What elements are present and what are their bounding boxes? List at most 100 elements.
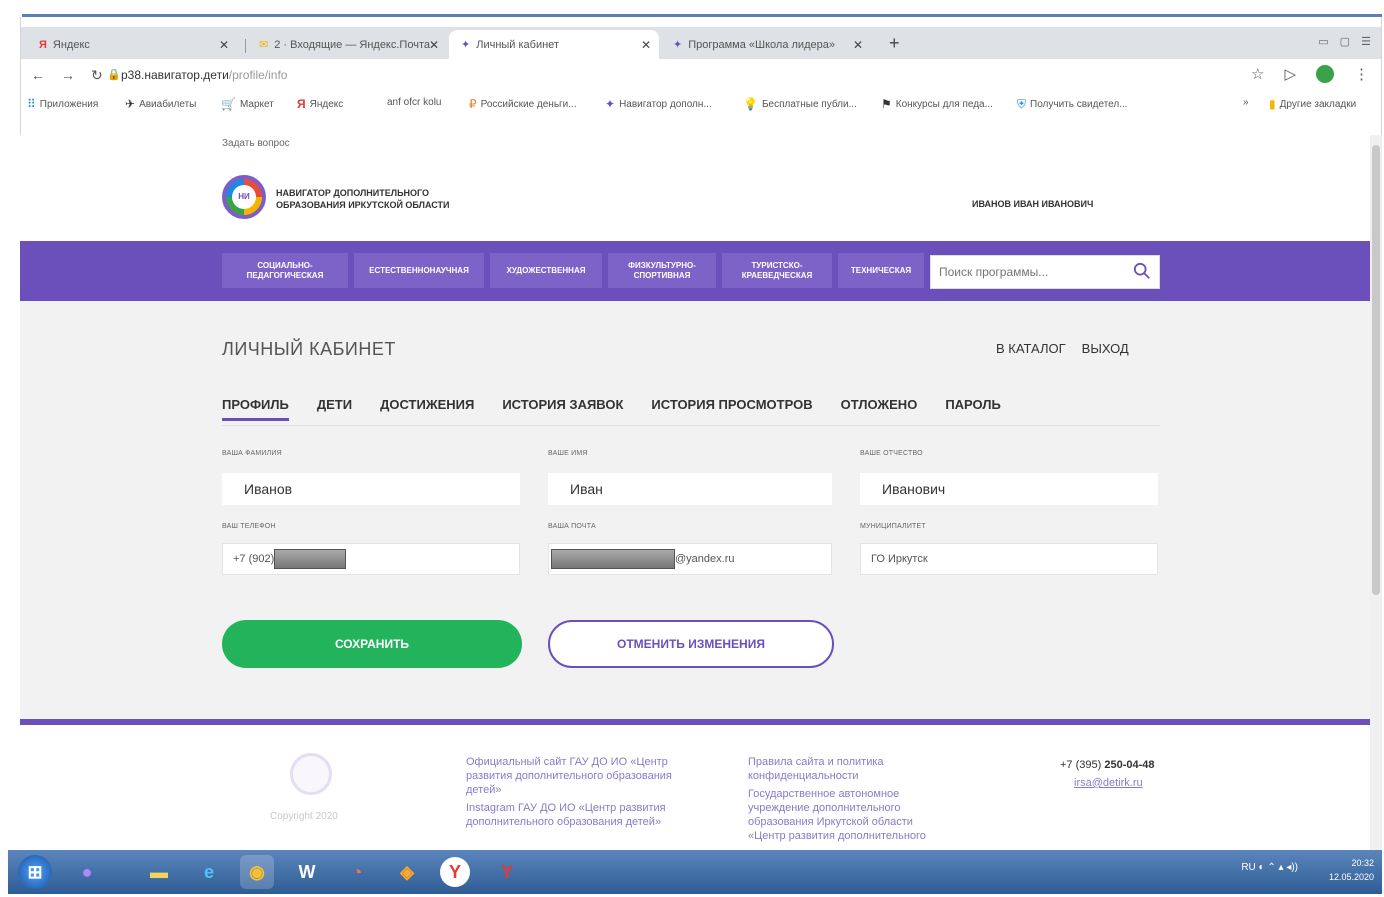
cancel-changes-button[interactable]: ОТМЕНИТЬ ИЗМЕНЕНИЯ [548,620,834,668]
clock[interactable]: 20:32 12.05.2020 [1329,856,1374,884]
shield-icon: ⛨ [1017,97,1027,111]
save-button[interactable]: СОХРАНИТЬ [222,620,522,668]
tab-mail[interactable]: ✉ 2 · Входящие — Яндекс.Почта ✕ [247,30,447,59]
bookmark-yandex[interactable]: Я Яндекс [297,97,343,111]
redacted-block [274,549,347,569]
extension-icon[interactable] [1316,65,1334,83]
bookmark-navigator[interactable]: ✦ Навигатор дополн... [605,97,712,111]
name-field[interactable]: Иван [548,473,832,505]
search-icon[interactable] [1133,262,1151,280]
surname-label: ВАША ФАМИЛИЯ [222,450,282,457]
bookmark-money[interactable]: ₽ Российские деньги... [469,97,577,111]
email-field[interactable]: @yandex.ru [548,543,832,575]
menu-item-sport[interactable]: ФИЗКУЛЬТУРНО-СПОРТИВНАЯ [608,253,716,288]
address-bar-row: ← → ↻ 🔒 p38.навигатор.дети/profile/info … [21,59,1381,91]
menu-item-science[interactable]: ЕСТЕСТВЕННОНАУЧНАЯ [354,253,484,288]
surname-field[interactable]: Иванов [222,473,520,505]
bookmark-certificate[interactable]: ⛨ Получить свидетел... [1017,97,1128,112]
site-header: НИ НАВИГАТОР ДОПОЛНИТЕЛЬНОГО ОБРАЗОВАНИЯ… [20,155,1370,241]
menu-icon[interactable]: ⋮ [1354,65,1369,83]
tab-children[interactable]: ДЕТИ [317,397,352,421]
cart-icon: 🛒 [221,97,236,111]
menu-item-technical[interactable]: ТЕХНИЧЕСКАЯ [838,253,924,288]
word-icon[interactable]: W [290,855,324,889]
tab-yandex[interactable]: Я Яндекс ✕ [27,30,237,59]
bookmarks-more-icon[interactable]: » [1243,97,1249,108]
tab-applications-history[interactable]: ИСТОРИЯ ЗАЯВОК [502,397,623,421]
bookmark-avia[interactable]: ✈ Авиабилеты [125,97,196,111]
tray-icons[interactable]: RU ◐ ⌃ ▴ ◂)) [1241,862,1298,873]
scroll-thumb[interactable] [1372,145,1380,595]
tab-achievements[interactable]: ДОСТИЖЕНИЯ [380,397,474,421]
url-host: p38.навигатор.дети [121,68,229,82]
yandex-browser-icon[interactable]: Y [440,857,470,887]
forward-icon[interactable]: → [61,67,81,83]
window-controls[interactable]: ▭ ▢ ☰ [1318,35,1375,48]
url-field[interactable]: p38.навигатор.дети/profile/info [121,68,287,82]
bookmark-contests[interactable]: ⚑ Конкурсы для педа... [881,97,993,111]
close-icon[interactable]: ✕ [219,38,229,52]
bookmark-market[interactable]: 🛒 Маркет [221,97,274,111]
phone-field[interactable]: +7 (902) [222,543,520,575]
apps-icon: ⠿ [27,97,36,111]
media-icon[interactable]: ◈ [390,855,424,889]
ie-icon[interactable]: e [192,855,226,889]
patronymic-label: ВАШЕ ОТЧЕСТВО [860,450,923,457]
new-tab-icon[interactable]: + [889,33,900,54]
tab-views-history[interactable]: ИСТОРИЯ ПРОСМОТРОВ [651,397,812,421]
logout-link[interactable]: ВЫХОД [1082,341,1129,356]
tab-profile[interactable]: ПРОФИЛЬ [222,397,289,421]
navigator-icon: ✦ [605,97,616,111]
official-site-link[interactable]: Официальный сайт ГАУ ДО ИО «Центр развит… [466,755,726,797]
start-icon[interactable]: ⊞ [18,855,52,889]
back-icon[interactable]: ← [31,67,51,83]
chart-icon[interactable]: ◔ [340,855,374,889]
play-icon[interactable]: ▷ [1284,65,1296,83]
page-scrollbar[interactable] [1370,135,1382,850]
mail-icon: ✉ [259,39,269,51]
app-icon[interactable]: ● [70,855,104,889]
footer-links-col2: Правила сайта и политика конфиденциально… [748,755,988,843]
bookmark-anf[interactable]: аnf ofcr kolu [387,97,441,108]
patronymic-field[interactable]: Иванович [860,473,1158,505]
bookmark-free[interactable]: 💡 Бесплатные публи... [743,97,857,111]
logo-text[interactable]: НАВИГАТОР ДОПОЛНИТЕЛЬНОГО ОБРАЗОВАНИЯ ИР… [276,187,506,211]
site-logo[interactable]: НИ [222,175,266,219]
instagram-link[interactable]: Instagram ГАУ ДО ИО «Центр развития допо… [466,801,726,829]
municipality-label: МУНИЦИПАЛИТЕТ [860,523,926,530]
yandex-icon: Я [39,38,47,51]
tab-password[interactable]: ПАРОЛЬ [945,397,1001,421]
logo-text-line1: НАВИГАТОР ДОПОЛНИТЕЛЬНОГО [276,188,430,198]
menu-item-tourism[interactable]: ТУРИСТСКО-КРАЕВЕДЧЕСКАЯ [722,253,832,288]
ask-question-link[interactable]: Задать вопрос [222,138,290,149]
municipality-field[interactable]: ГО Иркутск [860,543,1158,575]
rules-link[interactable]: Правила сайта и политика конфиденциально… [748,755,988,783]
bookmark-other[interactable]: ▮ Другие закладки [1269,97,1356,111]
tab-postponed[interactable]: ОТЛОЖЕНО [841,397,918,421]
menu-item-social[interactable]: СОЦИАЛЬНО-ПЕДАГОГИЧЕСКАЯ [222,253,348,288]
menu-item-art[interactable]: ХУДОЖЕСТВЕННАЯ [490,253,602,288]
catalog-link[interactable]: В КАТАЛОГ [996,341,1066,356]
close-icon[interactable]: ✕ [429,38,439,52]
tab-program[interactable]: ✦ Программа «Школа лидера» ✕ [661,30,871,59]
close-icon[interactable]: ✕ [853,38,863,52]
email-value: @yandex.ru [675,553,735,565]
footer-links-col1: Официальный сайт ГАУ ДО ИО «Центр развит… [466,755,726,829]
footer-phone: +7 (395) 250-04-48 [1060,759,1155,771]
search-input[interactable] [931,256,1121,288]
star-icon[interactable]: ☆ [1251,65,1264,83]
close-icon[interactable]: ✕ [641,38,651,52]
yandex-icon: Я [297,97,306,111]
url-path: /profile/info [228,68,288,82]
footer-email-link[interactable]: irsa@detirk.ru [1074,777,1143,789]
user-name[interactable]: ИВАНОВ ИВАН ИВАНОВИЧ [972,199,1093,209]
bookmark-apps[interactable]: ⠿ Приложения [27,97,98,111]
folder-icon[interactable]: ▬ [142,855,176,889]
address-bar-actions: ☆ ▷ ⋮ [1251,65,1369,83]
organization-link[interactable]: Государственное автономное учреждение до… [748,787,988,843]
chrome-icon[interactable]: ◉ [240,855,274,889]
phone-value: +7 (902) [233,553,275,565]
yandex-browser-icon[interactable]: Y [490,855,524,889]
tab-cabinet[interactable]: ✦ Личный кабинет ✕ [449,30,659,59]
logo-text-line2: ОБРАЗОВАНИЯ ИРКУТСКОЙ ОБЛАСТИ [276,200,450,210]
